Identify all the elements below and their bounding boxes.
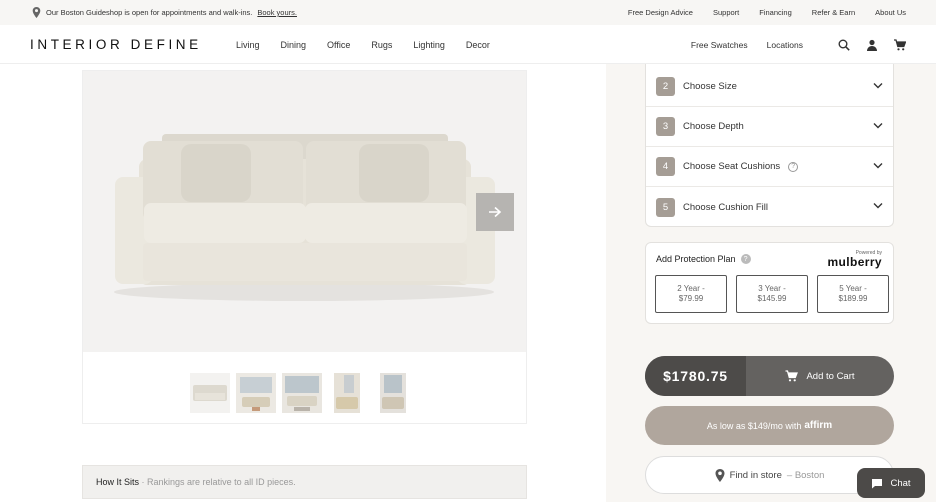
thumbnail[interactable] (190, 373, 230, 413)
financing-button[interactable]: As low as $149/mo with affirm (645, 406, 894, 445)
plan-price: $79.99 (678, 294, 704, 303)
chevron-down-icon (873, 163, 883, 169)
next-image-button[interactable] (476, 193, 514, 231)
book-link[interactable]: Book yours. (257, 8, 297, 17)
protection-plan: Add Protection Plan ? Powered by mulberr… (645, 242, 894, 324)
location-pin-icon (32, 7, 41, 18)
how-it-sits-header[interactable]: How It Sits · Rankings are relative to a… (82, 465, 527, 499)
step-choose-size[interactable]: 2 Choose Size (646, 67, 893, 107)
step-number: 2 (656, 77, 675, 96)
product-page: How It Sits · Rankings are relative to a… (0, 64, 936, 502)
top-link-financing[interactable]: Financing (759, 8, 792, 17)
affirm-logo: affirm (804, 420, 833, 431)
plan-term: 2 Year - (677, 284, 705, 293)
protection-title: Add Protection Plan ? (656, 254, 751, 264)
chat-label: Chat (890, 477, 911, 489)
nav-item-living[interactable]: Living (236, 40, 260, 50)
step-choose-cushion-fill[interactable]: 5 Choose Cushion Fill (646, 187, 893, 227)
announcement: Our Boston Guideshop is open for appoint… (32, 0, 297, 25)
how-it-sits-subtitle: · Rankings are relative to all ID pieces… (141, 477, 296, 487)
help-icon[interactable]: ? (740, 254, 751, 264)
chevron-down-icon (873, 83, 883, 89)
announcement-text: Our Boston Guideshop is open for appoint… (46, 8, 253, 17)
chevron-down-icon (873, 203, 883, 209)
site-header: INTERIOR DEFINE Living Dining Office Rug… (0, 25, 936, 64)
nav-item-dining[interactable]: Dining (281, 40, 307, 50)
protection-title-text: Add Protection Plan (656, 254, 736, 264)
locations-link[interactable]: Locations (767, 40, 803, 50)
step-number: 5 (656, 197, 675, 217)
account-icon[interactable] (866, 39, 878, 51)
cart-icon (785, 370, 799, 382)
financing-text: As low as $149/mo with (706, 420, 802, 431)
thumbnail-strip (83, 371, 526, 415)
plan-2-year[interactable]: 2 Year - $79.99 (655, 275, 727, 313)
plan-term: 5 Year - (839, 284, 867, 293)
thumbnail[interactable] (380, 373, 406, 413)
store-location: – Boston (786, 469, 825, 481)
step-choose-seat-cushions[interactable]: 4 Choose Seat Cushions ? (646, 147, 893, 187)
plan-5-year[interactable]: 5 Year - $189.99 (817, 275, 889, 313)
nav-item-decor[interactable]: Decor (466, 40, 490, 50)
location-pin-icon (715, 468, 725, 482)
nav-item-rugs[interactable]: Rugs (371, 40, 392, 50)
step-number: 3 (656, 117, 675, 136)
find-in-store-label: Find in store (729, 469, 782, 481)
nav-item-office[interactable]: Office (327, 40, 350, 50)
mulberry-logo: Powered by mulberry (827, 250, 882, 268)
price: $1780.75 (645, 356, 746, 396)
how-it-sits-title: How It Sits (96, 477, 140, 487)
mulberry-brand: mulberry (827, 255, 882, 269)
top-link-about[interactable]: About Us (875, 8, 906, 17)
top-link-support[interactable]: Support (713, 8, 739, 17)
add-to-cart-bar: $1780.75 Add to Cart (645, 356, 894, 396)
step-choose-depth[interactable]: 3 Choose Depth (646, 107, 893, 147)
product-image (83, 71, 526, 352)
search-icon[interactable] (838, 39, 850, 51)
sofa-illustration (114, 134, 495, 301)
add-to-cart-label: Add to Cart (806, 370, 855, 382)
step-label: Choose Seat Cushions (683, 161, 781, 172)
thumbnail[interactable] (334, 373, 360, 413)
chat-icon (872, 478, 883, 488)
cart-icon[interactable] (894, 38, 906, 51)
free-swatches-link[interactable]: Free Swatches (691, 40, 748, 50)
product-media-column: How It Sits · Rankings are relative to a… (0, 64, 606, 502)
announcement-bar: Our Boston Guideshop is open for appoint… (0, 0, 936, 25)
nav-item-lighting[interactable]: Lighting (413, 40, 445, 50)
add-to-cart-button[interactable]: Add to Cart (746, 356, 894, 396)
plan-term: 3 Year - (758, 284, 786, 293)
arrow-right-icon (489, 206, 502, 218)
step-label: Choose Cushion Fill (683, 201, 769, 213)
top-link-design-advice[interactable]: Free Design Advice (628, 8, 693, 17)
thumbnail[interactable] (282, 373, 322, 413)
top-links: Free Design Advice Support Financing Ref… (628, 0, 906, 25)
plan-3-year[interactable]: 3 Year - $145.99 (736, 275, 808, 313)
plan-options: 2 Year - $79.99 3 Year - $145.99 5 Year … (655, 275, 889, 313)
top-link-refer[interactable]: Refer & Earn (812, 8, 855, 17)
plan-price: $145.99 (757, 294, 787, 303)
product-gallery (82, 70, 527, 424)
logo[interactable]: INTERIOR DEFINE (30, 37, 202, 52)
step-label: Choose Size (683, 81, 737, 92)
header-utilities: Free Swatches Locations (691, 25, 906, 64)
step-label: Choose Depth (683, 121, 744, 132)
thumbnail[interactable] (236, 373, 276, 413)
main-nav: Living Dining Office Rugs Lighting Decor (236, 25, 490, 64)
configuration-steps: 2 Choose Size 3 Choose Depth 4 Choose Se… (645, 64, 894, 227)
step-number: 4 (656, 157, 675, 176)
chat-button[interactable]: Chat (857, 468, 925, 498)
chevron-down-icon (873, 123, 883, 129)
plan-price: $189.99 (838, 294, 868, 303)
help-icon[interactable]: ? (788, 161, 799, 172)
